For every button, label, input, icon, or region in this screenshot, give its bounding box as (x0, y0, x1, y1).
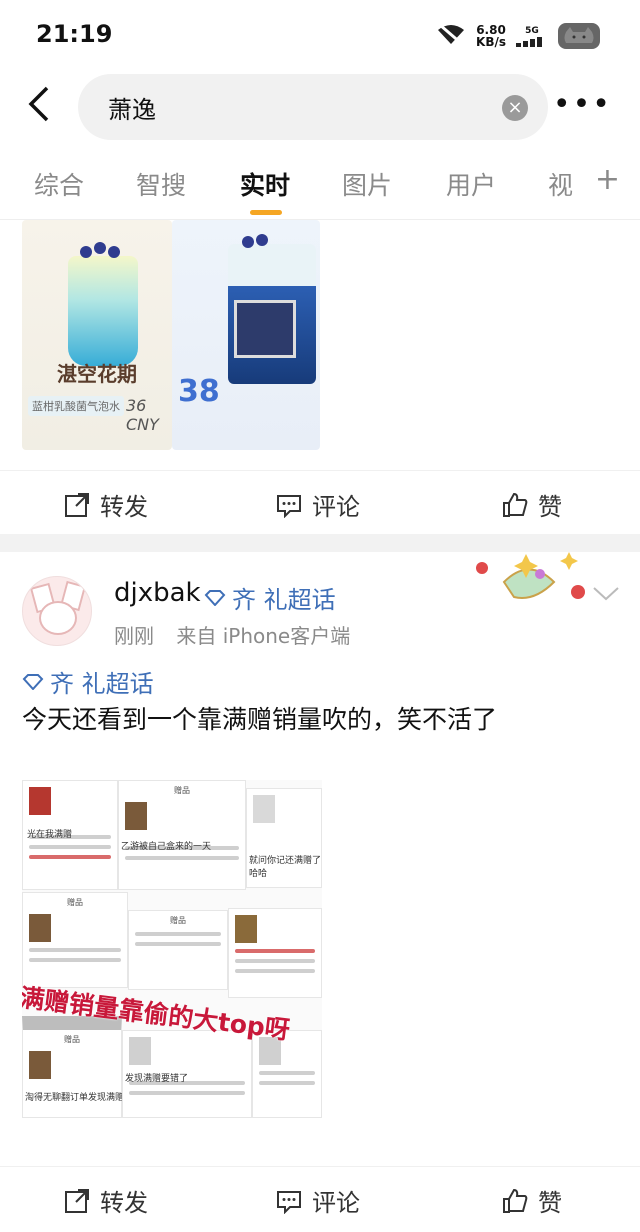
tab-smart-search[interactable]: 智搜 (136, 166, 186, 202)
speed-unit: KB/s (476, 35, 506, 49)
post1-action-bar: 转发 评论 赞 (0, 470, 640, 534)
blueberry-icon (256, 234, 268, 246)
tab-bar: 综合 智搜 实时 图片 用户 视 + (0, 144, 640, 220)
screenshot-tile: 光在我满赠 (22, 780, 118, 890)
tile-caption: 乙游被自己盒来的一天 (121, 842, 212, 852)
tile-caption: 就问你记还满赠了 哈哈哈哈哈 (249, 856, 322, 879)
screenshot-tile: 赠品 乙游被自己盒来的一天 (118, 780, 246, 890)
post2-topic-link[interactable]: 齐 礼超话 (22, 664, 154, 699)
post-source: 来自 iPhone客户端 (176, 624, 351, 648)
search-input[interactable]: 萧逸 × (78, 74, 548, 140)
screenshot-tile: 就问你记还满赠了 哈哈哈哈哈 (246, 788, 322, 888)
comment-icon (277, 494, 301, 518)
like-button[interactable]: 赞 (502, 1183, 562, 1218)
cup-illustration (228, 244, 316, 384)
tile-gift-label: 赠品 (174, 786, 190, 795)
repost-label: 转发 (100, 493, 148, 521)
tile-gift-label: 赠品 (170, 916, 186, 925)
clear-icon[interactable]: × (502, 95, 528, 121)
avatar[interactable] (22, 576, 92, 646)
post2-meta: 刚刚 来自 iPhone客户端 (114, 620, 350, 649)
comment-button[interactable]: 评论 (276, 487, 360, 522)
feed-divider (0, 534, 640, 552)
status-bar: 21:19 6.80 KB/s 5G (0, 0, 640, 72)
promo-price: 36 CNY (126, 396, 159, 434)
post2-text: 今天还看到一个靠满赠销量吹的，笑不活了 (22, 705, 498, 734)
thumbs-up-icon (503, 1188, 528, 1213)
tile-gift-label: 赠品 (64, 1035, 80, 1044)
avatar-face (39, 601, 77, 635)
like-label: 赞 (538, 493, 562, 521)
topic-header-label: 齐 礼超话 (232, 586, 336, 614)
repost-button[interactable]: 转发 (64, 1183, 148, 1218)
decor-sticker (474, 552, 604, 612)
promo-title: 湛空花期 (57, 362, 137, 386)
blueberry-icon (242, 236, 254, 248)
repost-button[interactable]: 转发 (64, 487, 148, 522)
comment-button[interactable]: 评论 (276, 1183, 360, 1218)
signal-indicator: 5G (516, 25, 548, 47)
tile-caption: 光在我满赠 (27, 830, 73, 840)
thumbs-up-icon (503, 492, 528, 517)
tab-users[interactable]: 用户 (446, 166, 496, 202)
back-arrow-icon[interactable] (20, 84, 60, 132)
screenshot-tile: 赠品 (128, 910, 228, 990)
add-tab-icon[interactable]: + (595, 162, 620, 197)
diamond-icon (204, 589, 226, 606)
blueberry-icon (80, 246, 92, 258)
diamond-icon (22, 673, 44, 690)
tile-gift-label: 赠品 (67, 898, 83, 907)
wifi-off-icon (436, 22, 466, 50)
comment-label: 评论 (312, 493, 360, 521)
screenshot-tile: 赠品 淘得无聊翻订单发现满赠选错了 (22, 1016, 151, 1118)
cup-price: 38 (178, 374, 220, 409)
post2-topic-header[interactable]: 齐 礼超话 (204, 580, 336, 615)
tab-images[interactable]: 图片 (342, 166, 392, 202)
cat-battery-icon (558, 23, 600, 49)
screenshot-tile: 发现满赠要错了 (122, 1030, 252, 1118)
status-time: 21:19 (36, 20, 113, 48)
repost-icon (65, 492, 89, 517)
blueberry-icon (94, 242, 106, 254)
chevron-down-icon[interactable] (592, 580, 620, 608)
network-speed: 6.80 KB/s (476, 24, 506, 48)
comment-icon (277, 1190, 301, 1214)
search-query: 萧逸 (108, 96, 156, 124)
post2-username[interactable]: djxbak (114, 578, 201, 608)
tab-realtime[interactable]: 实时 (240, 166, 290, 202)
tab-comprehensive[interactable]: 综合 (34, 166, 84, 202)
post1-image-promo[interactable]: 湛空花期 蓝柑乳酸菌气泡水 36 CNY (22, 220, 172, 450)
like-button[interactable]: 赞 (502, 487, 562, 522)
screenshot-tile (228, 908, 322, 998)
blueberry-icon (108, 246, 120, 258)
repost-label: 转发 (100, 1189, 148, 1217)
active-tab-indicator (250, 210, 282, 215)
signal-bars-icon (516, 37, 542, 47)
post-time: 刚刚 (114, 624, 154, 648)
topic-label: 齐 礼超话 (50, 670, 154, 698)
drink-glass-illustration (68, 256, 138, 366)
more-icon[interactable]: ••• (553, 90, 612, 120)
like-label: 赞 (538, 1189, 562, 1217)
screenshot-tile: 赠品 (22, 892, 128, 988)
post2-action-bar: 转发 评论 赞 (0, 1166, 640, 1230)
network-type: 5G (525, 26, 539, 36)
post1-image-cup[interactable]: 38 (172, 220, 320, 450)
post2-image-collage[interactable]: 光在我满赠 赠品 乙游被自己盒来的一天 就问你记还满赠了 哈哈哈哈哈 赠品 赠品… (22, 780, 322, 1118)
tab-video[interactable]: 视 (548, 166, 573, 202)
promo-subtitle: 蓝柑乳酸菌气泡水 (28, 396, 124, 416)
comment-label: 评论 (312, 1189, 360, 1217)
search-row: 萧逸 × ••• (0, 72, 640, 144)
repost-icon (65, 1188, 89, 1213)
status-icons: 6.80 KB/s 5G (436, 22, 600, 50)
tile-caption: 发现满赠要错了 (125, 1074, 189, 1084)
